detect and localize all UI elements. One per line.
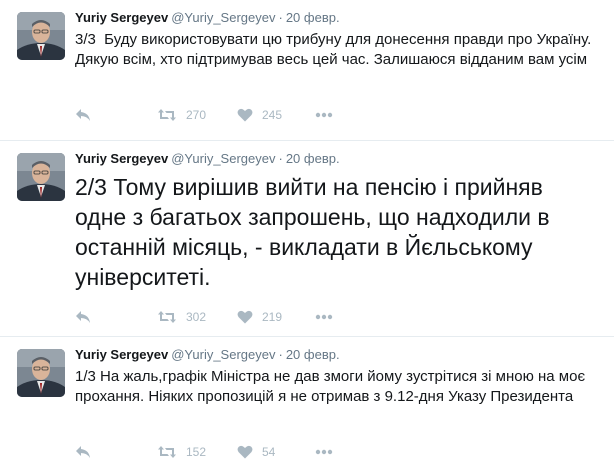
fullname[interactable]: Yuriy Sergeyev (75, 151, 168, 166)
retweet-count: 270 (186, 108, 207, 122)
like-count: 245 (262, 108, 283, 122)
tweet-actions: 302 219 (75, 307, 355, 327)
separator-dot: · (278, 151, 283, 166)
more-button[interactable] (315, 307, 333, 327)
tweet-header: Yuriy Sergeyev @Yuriy_Sergeyev · 20 февр. (75, 347, 340, 363)
more-button[interactable] (315, 105, 333, 125)
more-button[interactable] (315, 442, 333, 462)
timestamp[interactable]: 20 февр. (286, 347, 340, 362)
username[interactable]: @Yuriy_Sergeyev (171, 151, 275, 166)
tweet-actions: 270 245 (75, 105, 355, 125)
more-dots-icon (315, 112, 333, 118)
tweet-timeline: Yuriy Sergeyev @Yuriy_Sergeyev · 20 февр. 3… (0, 0, 614, 476)
tweet-text: 3/3 Буду використовувати цю трибуну для … (75, 31, 596, 68)
tweet-header: Yuriy Sergeyev @Yuriy_Sergeyev · 20 февр. (75, 151, 340, 167)
avatar[interactable] (17, 12, 65, 60)
reply-button[interactable] (75, 307, 91, 327)
tweet[interactable]: Yuriy Sergeyev @Yuriy_Sergeyev · 20 февр. 2… (0, 141, 614, 337)
reply-button[interactable] (75, 442, 91, 462)
retweet-count: 152 (186, 445, 207, 459)
more-dots-icon (315, 449, 333, 455)
tweet-text: 1/3 На жаль,графік Міністра не дав змоги… (75, 368, 590, 405)
like-button[interactable]: 54 (237, 442, 275, 462)
like-count: 54 (262, 445, 276, 459)
retweet-button[interactable]: 270 (157, 105, 206, 125)
tweet-text: 2/3 Тому вирішив вийти на пенсію і прийн… (75, 174, 556, 290)
retweet-button[interactable]: 152 (157, 442, 206, 462)
like-button[interactable]: 245 (237, 105, 282, 125)
fullname[interactable]: Yuriy Sergeyev (75, 347, 168, 362)
heart-icon (237, 445, 253, 459)
avatar[interactable] (17, 349, 65, 397)
retweet-button[interactable]: 302 (157, 307, 206, 327)
like-button[interactable]: 219 (237, 307, 282, 327)
separator-dot: · (278, 10, 283, 25)
reply-arrow-icon (75, 445, 91, 459)
retweet-count: 302 (186, 310, 207, 324)
retweet-icon (157, 108, 177, 122)
like-count: 219 (262, 310, 283, 324)
username[interactable]: @Yuriy_Sergeyev (171, 10, 275, 25)
heart-icon (237, 108, 253, 122)
tweet[interactable]: Yuriy Sergeyev @Yuriy_Sergeyev · 20 февр. 1… (0, 337, 614, 476)
retweet-icon (157, 445, 177, 459)
timestamp[interactable]: 20 февр. (286, 151, 340, 166)
timestamp[interactable]: 20 февр. (286, 10, 340, 25)
separator-dot: · (278, 347, 283, 362)
retweet-icon (157, 310, 177, 324)
fullname[interactable]: Yuriy Sergeyev (75, 10, 168, 25)
more-dots-icon (315, 314, 333, 320)
tweet[interactable]: Yuriy Sergeyev @Yuriy_Sergeyev · 20 февр. 3… (0, 0, 614, 141)
heart-icon (237, 310, 253, 324)
reply-arrow-icon (75, 108, 91, 122)
username[interactable]: @Yuriy_Sergeyev (171, 347, 275, 362)
tweet-actions: 152 54 (75, 442, 355, 462)
avatar[interactable] (17, 153, 65, 201)
reply-arrow-icon (75, 310, 91, 324)
reply-button[interactable] (75, 105, 91, 125)
tweet-header: Yuriy Sergeyev @Yuriy_Sergeyev · 20 февр. (75, 10, 340, 26)
